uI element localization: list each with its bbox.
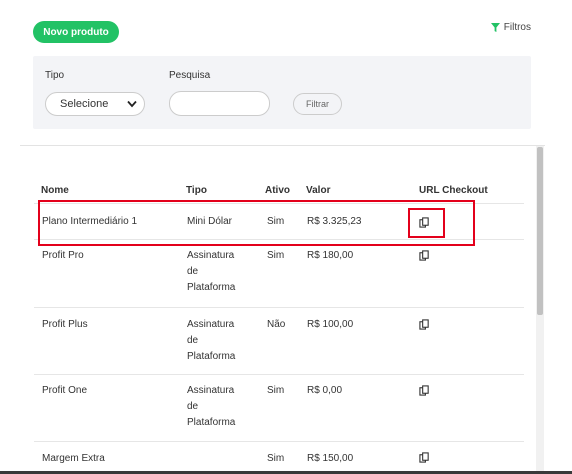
search-label: Pesquisa bbox=[169, 70, 211, 81]
cell-valor: R$ 180,00 bbox=[307, 250, 354, 261]
cell-valor: R$ 0,00 bbox=[307, 385, 343, 396]
cell-ativo: Sim bbox=[267, 453, 285, 464]
cell-nome: Margem Extra bbox=[42, 453, 105, 464]
header-ativo: Ativo bbox=[265, 185, 290, 196]
cell-nome: Profit Plus bbox=[42, 319, 88, 330]
search-input[interactable] bbox=[169, 91, 270, 116]
highlight-copy-annotation bbox=[408, 208, 445, 238]
header-tipo: Tipo bbox=[186, 185, 207, 196]
type-select[interactable]: Selecione bbox=[45, 92, 145, 116]
table-row: Margem Extra Sim R$ 150,00 bbox=[34, 441, 524, 474]
header-valor: Valor bbox=[306, 185, 331, 196]
funnel-icon bbox=[490, 23, 500, 32]
top-bar: Novo produto Filtros Tipo Selecione Pesq… bbox=[0, 0, 572, 145]
copy-url-button[interactable] bbox=[419, 250, 431, 262]
table-row: Profit One Assinatura de Plataforma Sim … bbox=[34, 374, 524, 441]
cell-tipo: Assinatura de Plataforma bbox=[187, 319, 236, 362]
cell-ativo: Não bbox=[267, 319, 286, 330]
filter-panel: Tipo Selecione Pesquisa Filtrar bbox=[33, 56, 531, 129]
cell-ativo: Sim bbox=[267, 385, 285, 396]
copy-url-button[interactable] bbox=[419, 319, 431, 331]
copy-url-button[interactable] bbox=[419, 385, 431, 397]
copy-icon bbox=[419, 319, 429, 330]
table-row: Profit Plus Assinatura de Plataforma Não… bbox=[34, 307, 524, 374]
copy-icon bbox=[419, 385, 429, 396]
cell-valor: R$ 100,00 bbox=[307, 319, 354, 330]
new-product-button[interactable]: Novo produto bbox=[33, 21, 119, 43]
copy-icon bbox=[419, 452, 429, 463]
cell-nome: Profit Pro bbox=[42, 250, 84, 261]
chevron-down-icon bbox=[127, 100, 137, 108]
cell-tipo: Assinatura de Plataforma bbox=[187, 250, 236, 293]
header-nome: Nome bbox=[41, 185, 69, 196]
section-divider bbox=[20, 145, 545, 146]
cell-tipo: Assinatura de Plataforma bbox=[187, 385, 236, 428]
filter-button[interactable]: Filtrar bbox=[293, 93, 342, 115]
copy-icon bbox=[419, 250, 429, 261]
header-url-checkout: URL Checkout bbox=[419, 185, 488, 196]
type-label: Tipo bbox=[45, 70, 65, 81]
cell-valor: R$ 150,00 bbox=[307, 453, 354, 464]
scrollbar-thumb[interactable] bbox=[537, 147, 543, 315]
type-select-value: Selecione bbox=[60, 98, 109, 110]
filters-toggle[interactable]: Filtros bbox=[490, 22, 531, 33]
cell-nome: Profit One bbox=[42, 385, 88, 396]
table-row: Profit Pro Assinatura de Plataforma Sim … bbox=[34, 239, 524, 307]
filters-toggle-label: Filtros bbox=[503, 22, 531, 33]
copy-url-button[interactable] bbox=[419, 452, 431, 464]
cell-ativo: Sim bbox=[267, 250, 285, 261]
